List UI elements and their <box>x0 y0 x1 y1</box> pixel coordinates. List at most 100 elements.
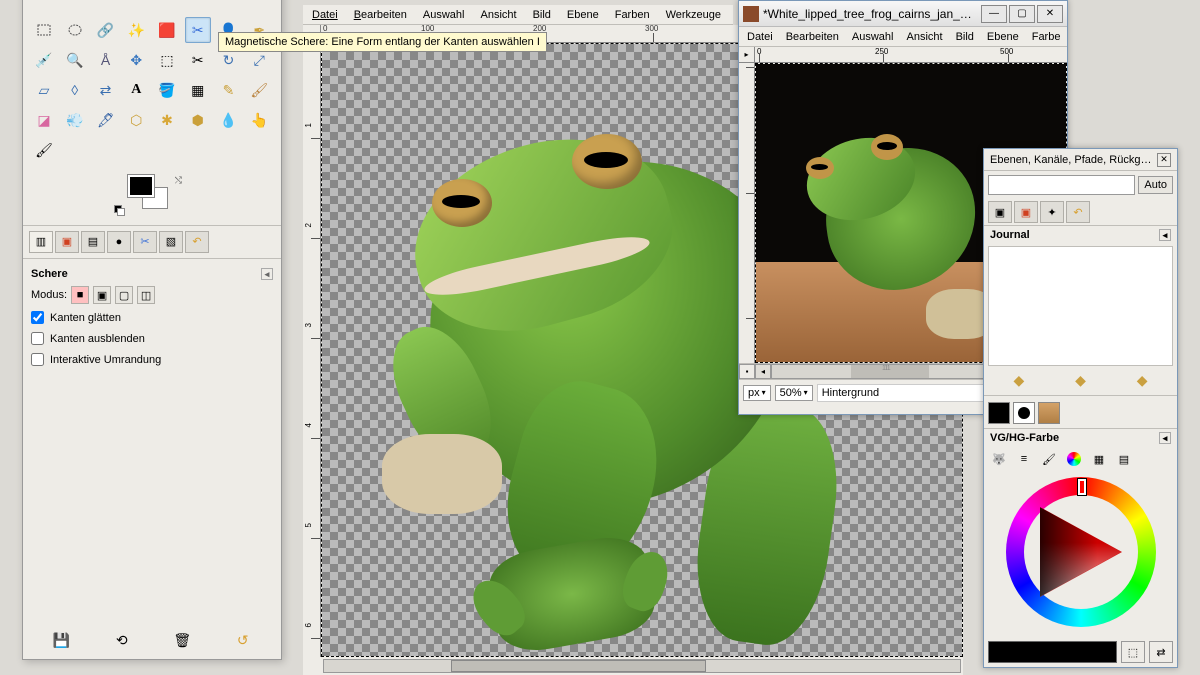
dodge-burn-tool[interactable]: 🖌 <box>31 137 57 163</box>
check-smooth-edges[interactable]: Kanten glätten <box>31 307 273 328</box>
scissors-tool[interactable]: ✂ <box>185 17 211 43</box>
rect-select-tool[interactable] <box>31 17 57 43</box>
maximize-button[interactable]: ▢ <box>1009 5 1035 23</box>
mode-intersect[interactable]: ◫ <box>137 286 155 304</box>
color-swap-icon[interactable]: ⇄ <box>1149 641 1173 663</box>
fg-color-swatch[interactable] <box>128 175 154 197</box>
image-selector-combo[interactable] <box>988 175 1135 195</box>
win2-menu-bearbeiten[interactable]: Bearbeiten <box>780 29 845 45</box>
tool-options-collapse-icon[interactable]: ◂ <box>261 268 273 280</box>
bucket-fill-tool[interactable]: 🪣 <box>154 77 180 103</box>
by-color-select-tool[interactable]: 🟥 <box>154 17 180 43</box>
footer-reset-icon[interactable]: ↺ <box>232 629 254 651</box>
footer-delete-icon[interactable]: 🗑 <box>171 629 193 651</box>
win2-scroll-left[interactable]: ◂ <box>755 364 771 379</box>
brush-swatch[interactable] <box>988 402 1010 424</box>
dock-titlebar[interactable]: Ebenen, Kanäle, Pfade, Rückgäng... ✕ <box>984 149 1177 171</box>
menu-ebene[interactable]: Ebene <box>560 7 606 23</box>
brush-shape-swatch[interactable] <box>1013 402 1035 424</box>
dock-tab-undo2[interactable]: ↶ <box>1066 201 1090 223</box>
check-feather-input[interactable] <box>31 332 44 345</box>
clone-tool[interactable]: ⬡ <box>123 107 149 133</box>
win2-ruler-v[interactable] <box>739 63 755 363</box>
dock-tab-gradient[interactable]: ▧ <box>159 231 183 253</box>
smudge-tool[interactable]: 👆 <box>246 107 272 133</box>
mode-replace[interactable]: ■ <box>71 286 89 304</box>
win2-quickmask-icon[interactable]: ▪ <box>739 364 755 379</box>
blur-tool[interactable]: 💧 <box>216 107 242 133</box>
perspective-tool[interactable]: ◊ <box>62 77 88 103</box>
close-button[interactable]: ✕ <box>1037 5 1063 23</box>
color-tab-brush[interactable]: 🖌 <box>1038 449 1060 469</box>
win2-menu-auswahl[interactable]: Auswahl <box>846 29 900 45</box>
free-select-tool[interactable]: 🔗 <box>93 17 119 43</box>
dock-close-icon[interactable]: ✕ <box>1157 153 1171 167</box>
text-tool[interactable]: A <box>123 77 149 103</box>
journal-collapse-icon[interactable]: ◂ <box>1159 229 1171 241</box>
hue-ring-marker[interactable] <box>1078 479 1086 495</box>
airbrush-tool[interactable]: 💨 <box>62 107 88 133</box>
clear-undo-icon[interactable]: ◆ <box>1137 372 1148 389</box>
footer-revert-icon[interactable]: ⟲ <box>111 629 133 651</box>
fuzzy-select-tool[interactable]: ✨ <box>123 17 149 43</box>
unit-selector[interactable]: px▾ <box>743 385 771 401</box>
menu-ansicht[interactable]: Ansicht <box>473 7 523 23</box>
menu-bild[interactable]: Bild <box>526 7 558 23</box>
dock-tab-layers[interactable]: ▣ <box>55 231 79 253</box>
win2-menu-bild[interactable]: Bild <box>950 29 980 45</box>
dock-tab-brushes[interactable]: ● <box>107 231 131 253</box>
paintbrush-tool[interactable]: 🖌 <box>246 77 272 103</box>
win2-menu-ebene[interactable]: Ebene <box>981 29 1025 45</box>
swap-colors-icon[interactable]: ⤭ <box>175 175 182 186</box>
color-tab-sliders[interactable]: ≡ <box>1013 449 1035 469</box>
minimize-button[interactable]: — <box>981 5 1007 23</box>
mode-subtract[interactable]: ▢ <box>115 286 133 304</box>
dock-tab-channels2[interactable]: ▣ <box>1014 201 1038 223</box>
check-feather-edges[interactable]: Kanten ausblenden <box>31 328 273 349</box>
zoom-selector[interactable]: 50%▾ <box>775 385 813 401</box>
pattern-swatch[interactable] <box>1038 402 1060 424</box>
color-collapse-icon[interactable]: ◂ <box>1159 432 1171 444</box>
mode-add[interactable]: ▣ <box>93 286 111 304</box>
zoom-tool[interactable]: 🔍 <box>62 47 88 73</box>
pencil-tool[interactable]: ✎ <box>216 77 242 103</box>
current-color-slot[interactable] <box>988 641 1117 663</box>
win2-menu-ansicht[interactable]: Ansicht <box>900 29 948 45</box>
perspective-clone-tool[interactable]: ⬢ <box>185 107 211 133</box>
heal-tool[interactable]: ✱ <box>154 107 180 133</box>
menu-bearbeiten[interactable]: Bearbeiten <box>347 7 414 23</box>
color-to-fg-icon[interactable]: ⬚ <box>1121 641 1145 663</box>
win2-menu-datei[interactable]: Datei <box>741 29 779 45</box>
dock-tab-scissors[interactable]: ✂ <box>133 231 157 253</box>
shear-tool[interactable]: ▱ <box>31 77 57 103</box>
win2-titlebar[interactable]: *White_lipped_tree_frog_cairns_jan_8_20.… <box>739 1 1067 27</box>
color-tab-wilber[interactable]: 🐺 <box>988 449 1010 469</box>
dock-tab-paths2[interactable]: ✦ <box>1040 201 1064 223</box>
dock-tab-tool-options[interactable]: ▥ <box>29 231 53 253</box>
color-picker-tool[interactable]: 💉 <box>31 47 57 73</box>
footer-save-icon[interactable]: 💾 <box>50 629 72 651</box>
fg-bg-color-area[interactable]: ⤭ <box>128 175 178 217</box>
canvas-hscrollbar[interactable] <box>321 657 963 675</box>
blend-tool[interactable]: ▦ <box>185 77 211 103</box>
align-tool[interactable]: ⬚ <box>154 47 180 73</box>
ellipse-select-tool[interactable] <box>62 17 88 43</box>
menu-werkzeuge[interactable]: Werkzeuge <box>659 7 728 23</box>
dock-tab-channels[interactable]: ▤ <box>81 231 105 253</box>
move-tool[interactable]: ✥ <box>123 47 149 73</box>
menu-auswahl[interactable]: Auswahl <box>416 7 472 23</box>
dock-tab-layers2[interactable]: ▣ <box>988 201 1012 223</box>
check-smooth-input[interactable] <box>31 311 44 324</box>
menu-datei[interactable]: Datei <box>305 7 345 23</box>
color-tab-palette[interactable]: ▦ <box>1088 449 1110 469</box>
eraser-tool[interactable]: ◪ <box>31 107 57 133</box>
color-tab-scales[interactable]: ▤ <box>1113 449 1135 469</box>
check-interactive-boundary[interactable]: Interaktive Umrandung <box>31 349 273 370</box>
undo-history-list[interactable] <box>988 246 1173 366</box>
check-interactive-input[interactable] <box>31 353 44 366</box>
ruler-vertical[interactable]: 1 2 3 4 5 6 <box>303 43 321 657</box>
default-colors-icon[interactable] <box>114 205 126 217</box>
win2-ruler-origin[interactable]: ▸ <box>739 47 755 63</box>
auto-button[interactable]: Auto <box>1138 176 1173 194</box>
menu-farben[interactable]: Farben <box>608 7 657 23</box>
